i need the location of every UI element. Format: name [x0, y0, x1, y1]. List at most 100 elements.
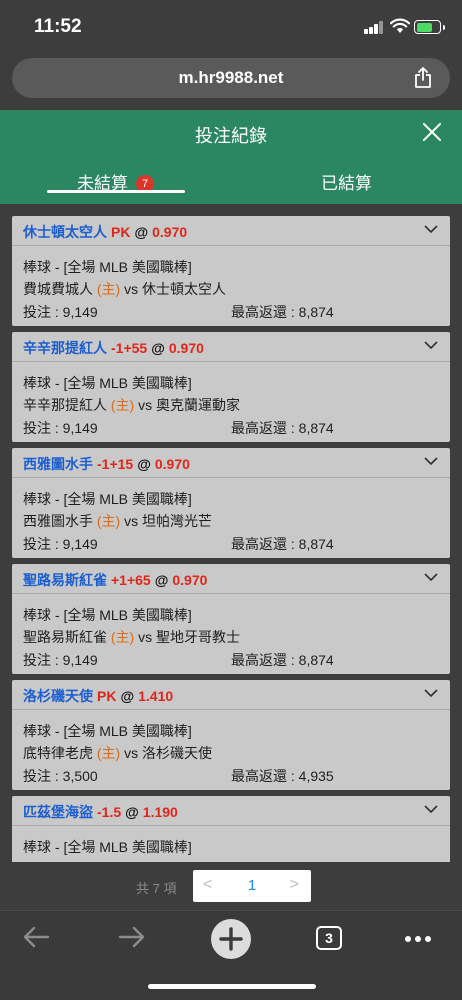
bet-team: 匹茲堡海盜	[23, 804, 93, 820]
bet-handicap: PK	[97, 688, 117, 704]
bet-max-return: 最高返還 : 4,935	[231, 768, 334, 784]
page-title: 投注紀錄	[195, 126, 267, 146]
bet-stake: 投注 : 3,500	[23, 768, 98, 784]
bet-card-header[interactable]: 匹茲堡海盜 -1.5 @1.190	[12, 796, 450, 826]
vs-text: vs	[124, 513, 139, 529]
bet-matchup: 西雅圖水手 (主) vs 坦帕灣光芒	[23, 511, 212, 531]
bet-pick: 西雅圖水手 -1+15 @0.970	[23, 454, 190, 474]
bet-matchup: 費城費城人 (主) vs 休士頓太空人	[23, 279, 226, 299]
home-tag: (主)	[96, 745, 121, 761]
bet-card[interactable]: 休士頓太空人 PK @0.970 棒球 - [全場 MLB 美國職棒] 費城費城人 …	[12, 216, 450, 326]
close-icon[interactable]	[422, 122, 442, 142]
home-tag: (主)	[96, 513, 121, 529]
new-tab-icon[interactable]	[210, 918, 252, 960]
bet-sport: 棒球 - [全場 MLB 美國職棒]	[23, 607, 192, 623]
bet-odds: 0.970	[154, 456, 190, 472]
bet-card[interactable]: 洛杉磯天使 PK @1.410 棒球 - [全場 MLB 美國職棒] 底特律老虎 (…	[12, 680, 450, 790]
vs-text: vs	[124, 745, 139, 761]
home-indicator[interactable]	[148, 984, 316, 989]
bet-sport: 棒球 - [全場 MLB 美國職棒]	[23, 491, 192, 507]
bet-sport: 棒球 - [全場 MLB 美國職棒]	[23, 723, 192, 739]
bet-at: @	[137, 456, 151, 472]
bet-handicap: PK	[111, 224, 131, 240]
chevron-down-icon[interactable]	[424, 456, 438, 466]
bet-team: 聖路易斯紅雀	[23, 572, 107, 588]
away-team: 奧克蘭運動家	[156, 397, 240, 413]
status-bar: 11:52	[0, 0, 462, 54]
bet-max-return: 最高返還 : 8,874	[231, 652, 334, 668]
battery-icon	[414, 20, 445, 34]
vs-text: vs	[124, 281, 139, 297]
bet-card-header[interactable]: 辛辛那提紅人 -1+55 @0.970	[12, 332, 450, 362]
address-bar[interactable]: m.hr9988.net	[12, 58, 450, 98]
home-team: 聖路易斯紅雀	[23, 629, 107, 645]
bet-pick: 聖路易斯紅雀 +1+65 @0.970	[23, 570, 207, 590]
away-team: 聖地牙哥教士	[156, 629, 240, 645]
next-page-button[interactable]: >	[290, 876, 299, 894]
back-icon[interactable]	[22, 925, 50, 949]
chevron-down-icon[interactable]	[424, 688, 438, 698]
bet-handicap: +1+65	[111, 572, 151, 588]
bet-stake: 投注 : 9,149	[23, 420, 98, 436]
tab-settled[interactable]: 已結算	[231, 156, 462, 204]
bet-pick: 洛杉磯天使 PK @1.410	[23, 686, 173, 706]
bet-at: @	[151, 340, 165, 356]
home-tag: (主)	[96, 281, 121, 297]
bet-card[interactable]: 匹茲堡海盜 -1.5 @1.190 棒球 - [全場 MLB 美國職棒]	[12, 796, 450, 862]
bet-card-header[interactable]: 西雅圖水手 -1+15 @0.970	[12, 448, 450, 478]
bet-max-return: 最高返還 : 8,874	[231, 420, 334, 436]
bet-team: 洛杉磯天使	[23, 688, 93, 704]
bet-card[interactable]: 辛辛那提紅人 -1+55 @0.970 棒球 - [全場 MLB 美國職棒] 辛辛那…	[12, 332, 450, 442]
cellular-signal-icon	[364, 21, 384, 34]
more-icon[interactable]	[404, 935, 432, 943]
away-team: 坦帕灣光芒	[142, 513, 212, 529]
wifi-icon	[390, 18, 410, 33]
bet-stake: 投注 : 9,149	[23, 304, 98, 320]
tab-unsettled[interactable]: 未結算 7	[0, 156, 231, 204]
page-header: 投注紀錄	[0, 110, 462, 156]
bet-at: @	[154, 572, 169, 588]
home-team: 辛辛那提紅人	[23, 397, 107, 413]
bet-odds: 0.970	[152, 224, 188, 240]
bet-pick: 匹茲堡海盜 -1.5 @1.190	[23, 802, 178, 822]
chevron-down-icon[interactable]	[424, 340, 438, 350]
chevron-down-icon[interactable]	[424, 804, 438, 814]
tab-settled-label: 已結算	[321, 174, 372, 193]
tabs-icon[interactable]: 3	[316, 926, 342, 950]
forward-icon[interactable]	[118, 925, 146, 949]
status-time: 11:52	[34, 16, 82, 37]
bet-handicap: -1+15	[97, 456, 134, 472]
home-tag: (主)	[110, 629, 135, 645]
chevron-down-icon[interactable]	[424, 224, 438, 234]
vs-text: vs	[138, 629, 153, 645]
bet-team: 西雅圖水手	[23, 456, 93, 472]
bet-at: @	[125, 804, 139, 820]
bet-sport: 棒球 - [全場 MLB 美國職棒]	[23, 839, 192, 855]
bet-card-header[interactable]: 休士頓太空人 PK @0.970	[12, 216, 450, 246]
bet-pick: 休士頓太空人 PK @0.970	[23, 222, 187, 242]
bet-team: 休士頓太空人	[23, 224, 107, 240]
home-tag: (主)	[110, 397, 135, 413]
bet-pick: 辛辛那提紅人 -1+55 @0.970	[23, 338, 204, 358]
url-text: m.hr9988.net	[178, 68, 284, 87]
bet-card-header[interactable]: 聖路易斯紅雀 +1+65 @0.970	[12, 564, 450, 594]
bet-card-header[interactable]: 洛杉磯天使 PK @1.410	[12, 680, 450, 710]
total-count: 共 7 項	[136, 881, 177, 896]
bet-stake: 投注 : 9,149	[23, 652, 98, 668]
bet-max-return: 最高返還 : 8,874	[231, 536, 334, 552]
share-icon[interactable]	[414, 67, 432, 89]
home-team: 底特律老虎	[23, 745, 93, 761]
chevron-down-icon[interactable]	[424, 572, 438, 582]
bet-card[interactable]: 聖路易斯紅雀 +1+65 @0.970 棒球 - [全場 MLB 美國職棒] 聖路易…	[12, 564, 450, 674]
bet-at: @	[120, 688, 135, 704]
vs-text: vs	[138, 397, 153, 413]
bet-card[interactable]: 西雅圖水手 -1+15 @0.970 棒球 - [全場 MLB 美國職棒] 西雅圖水…	[12, 448, 450, 558]
bet-list[interactable]: 休士頓太空人 PK @0.970 棒球 - [全場 MLB 美國職棒] 費城費城人 …	[0, 204, 462, 862]
away-team: 休士頓太空人	[142, 281, 226, 297]
bet-odds: 1.410	[138, 688, 174, 704]
active-tab-indicator	[47, 190, 185, 193]
bet-odds: 0.970	[168, 340, 204, 356]
page-selector: < 1 >	[193, 870, 311, 902]
bet-handicap: -1.5	[97, 804, 122, 820]
home-team: 西雅圖水手	[23, 513, 93, 529]
